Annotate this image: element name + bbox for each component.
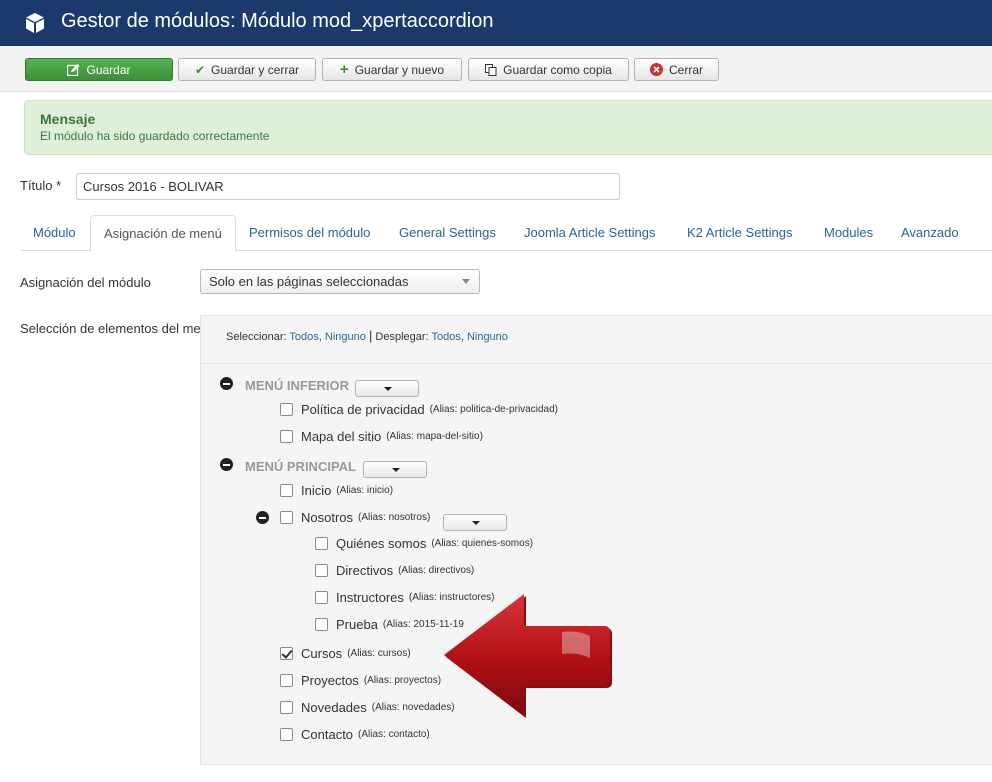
cube-icon xyxy=(26,13,44,33)
item-alias: (Alias: proyectos) xyxy=(363,675,442,686)
save-button[interactable]: Guardar xyxy=(25,58,173,81)
item-checkbox[interactable] xyxy=(280,430,293,443)
list-item[interactable]: Novedades (Alias: novedades) xyxy=(280,700,455,715)
message-text: El módulo ha sido guardado correctamente xyxy=(40,129,270,143)
item-checkbox[interactable] xyxy=(280,674,293,687)
caret-down-icon xyxy=(462,279,470,284)
tab-advanced[interactable]: Avanzado xyxy=(888,215,972,251)
list-item[interactable]: Proyectos (Alias: proyectos) xyxy=(280,673,441,688)
module-assignment-label: Asignación del módulo xyxy=(20,275,151,290)
item-alias: (Alias: quienes-somos) xyxy=(431,538,534,549)
page-header: Gestor de módulos: Módulo mod_xpertaccor… xyxy=(0,0,992,46)
item-name: Prueba xyxy=(336,617,378,632)
item-name: Mapa del sitio xyxy=(301,429,382,444)
list-item[interactable]: Quiénes somos (Alias: quienes-somos) xyxy=(315,536,533,551)
save-new-button[interactable]: + Guardar y nuevo xyxy=(322,58,462,81)
plus-icon: + xyxy=(339,61,349,78)
toolbar: Guardar ✔ Guardar y cerrar + Guardar y n… xyxy=(0,46,992,92)
select-all-link[interactable]: Todos xyxy=(289,331,318,343)
list-item[interactable]: Cursos (Alias: cursos) xyxy=(280,646,411,661)
tab-modules[interactable]: Modules xyxy=(811,215,886,251)
item-alias: (Alias: politica-de-privacidad) xyxy=(429,404,558,415)
list-item[interactable]: Inicio (Alias: inicio) xyxy=(280,483,393,498)
nosotros-dropdown[interactable] xyxy=(443,514,507,531)
list-item[interactable]: Directivos (Alias: directivos) xyxy=(315,563,474,578)
save-close-label: Guardar y cerrar xyxy=(211,62,300,77)
item-alias: (Alias: nosotros) xyxy=(358,512,431,523)
page-title: Gestor de módulos: Módulo mod_xpertaccor… xyxy=(61,10,494,32)
save-new-label: Guardar y nuevo xyxy=(354,62,445,77)
item-checkbox[interactable] xyxy=(280,484,293,497)
edit-icon xyxy=(67,63,80,76)
menu-heading-principal: MENÚ PRINCIPAL xyxy=(245,459,356,474)
close-button[interactable]: Cerrar xyxy=(634,58,719,81)
item-name: Directivos xyxy=(336,563,394,578)
menu-principal-dropdown[interactable] xyxy=(363,461,427,478)
item-alias: (Alias: inicio) xyxy=(336,485,394,496)
item-alias: (Alias: directivos) xyxy=(398,565,475,576)
message-heading: Mensaje xyxy=(40,111,96,127)
list-item[interactable]: Contacto (Alias: contacto) xyxy=(280,727,430,742)
tab-joomla-article-settings[interactable]: Joomla Article Settings xyxy=(511,215,669,251)
close-label: Cerrar xyxy=(668,62,703,77)
item-checkbox[interactable] xyxy=(280,511,293,524)
copy-icon xyxy=(485,63,497,76)
list-item[interactable]: Política de privacidad (Alias: politica-… xyxy=(280,402,558,417)
expand-none-link[interactable]: Ninguno xyxy=(467,331,508,343)
save-copy-button[interactable]: Guardar como copia xyxy=(468,58,629,81)
item-checkbox[interactable] xyxy=(315,537,328,550)
item-checkbox[interactable] xyxy=(280,728,293,741)
item-name: Proyectos xyxy=(301,673,359,688)
item-checkbox[interactable] xyxy=(315,591,328,604)
close-circle-icon xyxy=(649,63,663,76)
menu-heading-inferior: MENÚ INFERIOR xyxy=(245,378,349,393)
list-item[interactable]: Mapa del sitio (Alias: mapa-del-sitio) xyxy=(280,429,483,444)
menu-inferior-dropdown[interactable] xyxy=(355,380,419,397)
item-checkbox[interactable] xyxy=(315,618,328,631)
separator: | xyxy=(368,328,373,343)
tab-general-settings[interactable]: General Settings xyxy=(386,215,509,251)
item-name: Instructores xyxy=(336,590,404,605)
item-alias: (Alias: cursos) xyxy=(347,648,411,659)
tab-module[interactable]: Módulo xyxy=(20,215,89,251)
item-alias: (Alias: mapa-del-sitio) xyxy=(386,431,483,442)
save-button-label: Guardar xyxy=(86,62,131,77)
item-name: Inicio xyxy=(301,483,332,498)
success-message: Mensaje El módulo ha sido guardado corre… xyxy=(24,100,992,155)
select-label: Seleccionar: xyxy=(226,331,287,343)
module-assignment-value: Solo en las páginas seleccionadas xyxy=(209,274,409,289)
expand-all-link[interactable]: Todos xyxy=(431,331,460,343)
red-arrow-icon xyxy=(444,594,612,718)
menu-selection-label: Selección de elementos del menú: xyxy=(20,321,219,336)
collapse-icon[interactable] xyxy=(220,458,233,471)
tab-module-permissions[interactable]: Permisos del módulo xyxy=(236,215,383,251)
save-copy-label: Guardar como copia xyxy=(503,62,612,77)
item-name: Política de privacidad xyxy=(301,402,425,417)
tab-bar: Módulo Asignación de menú Permisos del m… xyxy=(20,215,992,252)
collapse-icon[interactable] xyxy=(256,511,269,524)
expand-label: Desplegar: xyxy=(375,331,429,343)
selection-controls-text: Seleccionar: Todos, Ninguno | Desplegar:… xyxy=(226,328,508,343)
item-name: Quiénes somos xyxy=(336,536,427,551)
item-alias: (Alias: contacto) xyxy=(358,729,430,740)
tab-k2-article-settings[interactable]: K2 Article Settings xyxy=(674,215,806,251)
selection-controls: Seleccionar: Todos, Ninguno | Desplegar:… xyxy=(201,316,992,364)
item-checkbox[interactable] xyxy=(280,403,293,416)
save-close-button[interactable]: ✔ Guardar y cerrar xyxy=(178,58,316,81)
tab-menu-assignment[interactable]: Asignación de menú xyxy=(90,215,236,252)
item-name: Contacto xyxy=(301,727,354,742)
select-none-link[interactable]: Ninguno xyxy=(325,331,366,343)
title-input[interactable] xyxy=(76,173,620,200)
collapse-icon[interactable] xyxy=(220,377,233,390)
module-assignment-select[interactable]: Solo en las páginas seleccionadas xyxy=(200,269,480,294)
title-label: Título * xyxy=(20,178,62,193)
item-name: Cursos xyxy=(301,646,343,661)
check-icon: ✔ xyxy=(194,62,206,77)
list-item[interactable]: Nosotros (Alias: nosotros) xyxy=(280,510,430,525)
item-checkbox[interactable] xyxy=(315,564,328,577)
item-checkbox[interactable] xyxy=(280,701,293,714)
item-checkbox[interactable] xyxy=(280,647,293,660)
item-name: Novedades xyxy=(301,700,367,715)
item-name: Nosotros xyxy=(301,510,354,525)
